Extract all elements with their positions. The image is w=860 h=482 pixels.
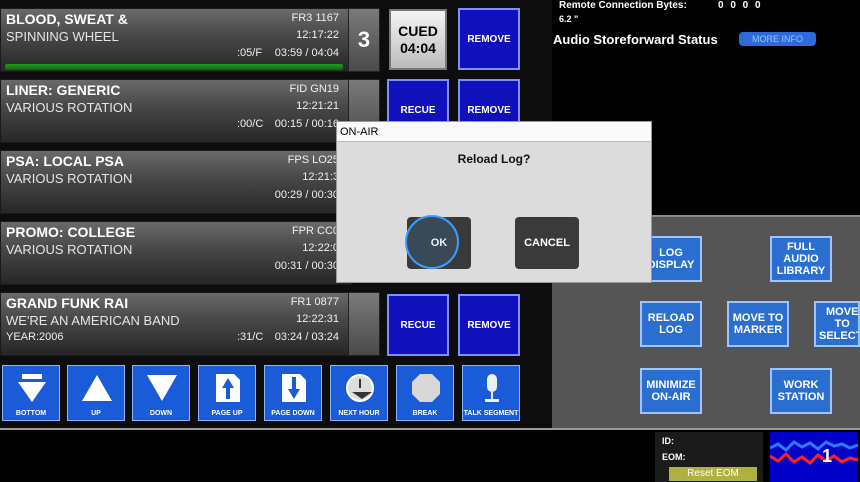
log-item-code: FR1 0877 [290,296,339,308]
microphone-icon [485,374,499,402]
log-item-etc: :00/C [237,118,264,130]
log-item-title: PROMO: COLLEGE [6,224,136,240]
bottom-arrow-icon [18,374,46,402]
move-to-selection-button[interactable]: MOVE TO SELECTI [814,301,860,347]
meter-number: 1 [822,446,833,466]
log-item-year: YEAR:2006 [6,331,64,343]
reload-log-button[interactable]: RELOAD LOG [640,301,702,347]
page-up-button[interactable]: PAGE UP [198,365,256,421]
log-item-subtitle: VARIOUS ROTATION [6,171,133,186]
remote-connection-value: 0 0 0 0 [718,0,763,11]
eom-panel: ID: EOM: Reset EOM [655,432,763,482]
log-item-title: GRAND FUNK RAI [6,295,129,311]
log-item-title: BLOOD, SWEAT & [6,11,128,27]
next-hour-button[interactable]: NEXT HOUR [330,365,388,421]
up-arrow-icon [82,375,112,401]
log-item-subtitle: WE'RE AN AMERICAN BAND [6,313,180,328]
log-item-time: 12:22:31 [296,313,339,325]
log-item-time: 12:21:21 [296,100,339,112]
log-item[interactable]: GRAND FUNK RAI WE'RE AN AMERICAN BAND FR… [0,292,352,356]
bottom-status-bar: ID: EOM: Reset EOM 1 [0,428,860,482]
log-item-code: FID GN19 [289,83,339,95]
work-station-button[interactable]: WORK STATION [770,368,832,414]
log-item-title: PSA: LOCAL PSA [6,153,124,169]
down-label: DOWN [149,410,173,417]
cancel-label: CANCEL [524,237,570,249]
eom-label: EOM: [662,452,686,462]
log-item-subtitle: VARIOUS ROTATION [6,100,133,115]
cued-time: 04:04 [400,40,436,56]
clock-arrow-icon [346,374,374,402]
log-item-etc: :31/C [237,331,264,343]
reload-log-dialog: ON-AIR Reload Log? OK CANCEL [336,121,652,283]
minimize-on-air-button[interactable]: MINIMIZE ON-AIR [640,368,702,414]
audio-meter: 1 [770,432,858,482]
dialog-title: ON-AIR [337,122,651,142]
page-down-button[interactable]: PAGE DOWN [264,365,322,421]
play-number: 3 [348,8,380,72]
log-item-subtitle: SPINNING WHEEL [6,29,119,44]
talk-segment-label: TALK SEGMENT [463,410,519,417]
page-down-icon [282,374,306,402]
up-button[interactable]: UP [67,365,125,421]
log-item-duration: 00:29 / 00:30 [274,189,339,201]
up-label: UP [91,410,101,417]
break-label: BREAK [412,410,438,417]
next-hour-label: NEXT HOUR [338,410,380,417]
remove-button[interactable]: REMOVE [458,294,520,356]
talk-segment-button[interactable]: TALK SEGMENT [462,365,520,421]
full-audio-library-button[interactable]: FULL AUDIO LIBRARY [770,236,832,282]
log-item-time: 12:22:0 [302,242,339,254]
storeforward-title: Audio Storeforward Status [553,32,718,47]
ok-label: OK [430,237,448,249]
dialog-message: Reload Log? [457,152,531,166]
ok-button[interactable]: OK [407,217,471,269]
page-down-label: PAGE DOWN [271,410,315,417]
more-info-button[interactable]: MORE INFO [739,32,816,46]
remote-connection-sub: 6.2 " [559,14,579,24]
page-up-icon [216,374,240,402]
log-item-duration: 00:15 / 00:16 [274,118,339,130]
page-up-label: PAGE UP [211,410,243,417]
log-item-code: FPR CC0 [291,225,339,237]
progress-bar [5,64,343,70]
log-item-time: 12:21:3 [302,171,339,183]
log-item[interactable]: LINER: GENERIC VARIOUS ROTATION FID GN19… [0,79,352,143]
log-item-duration: 03:24 / 03:24 [274,331,339,343]
log-item-duration: 00:31 / 00:30 [274,260,339,272]
down-arrow-icon [147,375,177,401]
bottom-button[interactable]: BOTTOM [2,365,60,421]
log-item[interactable]: BLOOD, SWEAT & SPINNING WHEEL FR3 1167 1… [0,8,352,72]
cued-button[interactable]: CUED 04:04 [389,9,447,70]
move-to-marker-button[interactable]: MOVE TO MARKER [727,301,789,347]
log-item-title: LINER: GENERIC [6,82,121,98]
log-item-etc: :05/F [237,47,263,59]
recue-button[interactable]: RECUE [387,294,449,356]
log-item[interactable]: PSA: LOCAL PSA VARIOUS ROTATION FPS LO25… [0,150,352,214]
bottom-label: BOTTOM [15,410,47,417]
stop-sign-icon [412,374,440,402]
log-item[interactable]: PROMO: COLLEGE VARIOUS ROTATION FPR CC0 … [0,221,352,285]
log-item-code: FR3 1167 [291,12,340,24]
cancel-button[interactable]: CANCEL [515,217,579,269]
break-button[interactable]: BREAK [396,365,454,421]
remove-button[interactable]: REMOVE [458,8,520,70]
remote-connection-label: Remote Connection Bytes: [559,0,687,11]
play-number-empty [348,292,380,356]
log-item-subtitle: VARIOUS ROTATION [6,242,133,257]
log-item-duration: 03:59 / 04:04 [274,47,339,59]
down-button[interactable]: DOWN [132,365,190,421]
log-item-time: 12:17:22 [296,29,339,41]
waveform-icon [770,440,858,465]
reset-eom-button[interactable]: Reset EOM [669,467,757,481]
cued-label: CUED [398,23,438,39]
id-label: ID: [662,436,674,446]
log-item-code: FPS LO25 [287,154,339,166]
